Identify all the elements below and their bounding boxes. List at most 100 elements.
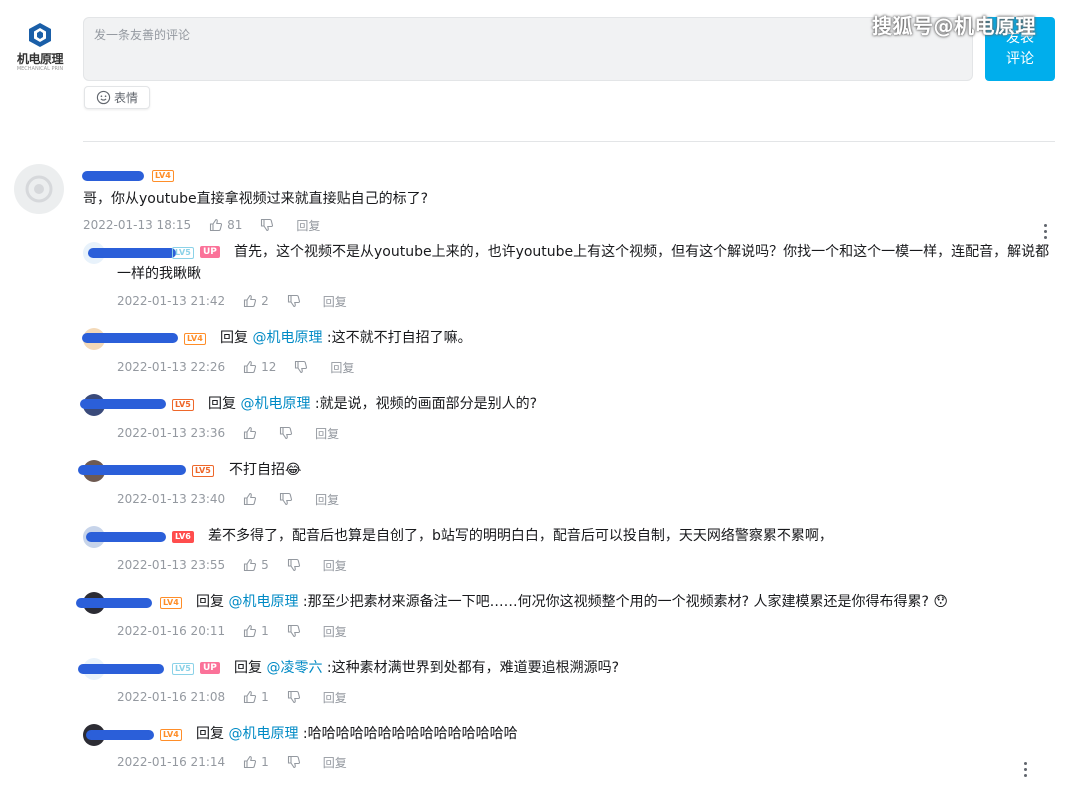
- redacted-username[interactable]: [82, 171, 144, 181]
- reply-meta: 2022-01-16 21:14 1 回复: [117, 754, 347, 770]
- reply-button[interactable]: 回复: [323, 557, 347, 574]
- more-options-icon[interactable]: [1044, 224, 1048, 242]
- more-options-icon[interactable]: [1024, 762, 1028, 780]
- reply-prefix: 回复: [196, 726, 229, 742]
- reply-time: 2022-01-13 21:42: [117, 294, 226, 308]
- reply-text: 回复 @机电原理 :就是说，视频的画面部分是别人的?: [208, 393, 537, 415]
- reply-body: :这不就不打自招了嘛。: [322, 330, 472, 346]
- dislike-button[interactable]: [287, 624, 301, 638]
- dislike-button[interactable]: [287, 294, 301, 308]
- level-badge: LV5: [172, 399, 194, 411]
- reply-button[interactable]: 回复: [323, 754, 347, 771]
- up-badge: UP: [200, 662, 220, 674]
- reply-meta: 2022-01-13 21:42 2 回复: [117, 293, 347, 309]
- level-badge: LV5: [172, 663, 194, 675]
- redacted-username[interactable]: [86, 730, 154, 740]
- reply-prefix: 回复: [208, 396, 241, 412]
- reply-body: :那至少把素材来源备注一下吧……何况你这视频整个用的一个视频素材? 人家建模累还…: [298, 594, 948, 610]
- reply-button[interactable]: 回复: [315, 491, 339, 508]
- reply-button[interactable]: 回复: [296, 217, 320, 234]
- reply-text: 回复 @机电原理 :哈哈哈哈哈哈哈哈哈哈哈哈哈哈哈: [196, 723, 518, 745]
- redacted-username[interactable]: [76, 598, 152, 608]
- like-button[interactable]: 12: [243, 360, 276, 374]
- thumbs-down-icon: [280, 492, 293, 506]
- mention-link[interactable]: @机电原理: [228, 726, 298, 742]
- like-count: 1: [261, 624, 269, 638]
- thumbs-up-icon: [210, 218, 223, 232]
- thumbs-up-icon: [244, 755, 257, 769]
- thumbs-down-icon: [261, 218, 274, 232]
- dislike-button[interactable]: [279, 492, 293, 506]
- reply-time: 2022-01-16 21:14: [117, 755, 226, 769]
- reply-text: 回复 @凌零六 :这种素材满世界到处都有，难道要追根溯源吗?: [234, 657, 619, 679]
- redacted-username[interactable]: [88, 248, 176, 258]
- dislike-button[interactable]: [279, 426, 293, 440]
- thumbs-down-icon: [287, 755, 300, 769]
- reply-prefix: 回复: [234, 660, 267, 676]
- comment-meta: 2022-01-13 18:15 81 回复: [83, 217, 320, 233]
- like-button[interactable]: 1: [243, 690, 269, 704]
- thumbs-down-icon: [287, 624, 300, 638]
- dislike-button[interactable]: [287, 755, 301, 769]
- reply-body: :就是说，视频的画面部分是别人的?: [310, 396, 538, 412]
- level-badge: LV5: [172, 247, 194, 259]
- logo-mark-icon: [29, 23, 51, 47]
- level-badge: LV4: [160, 729, 182, 741]
- like-button[interactable]: 81: [209, 218, 242, 232]
- reply-time: 2022-01-13 23:40: [117, 492, 226, 506]
- reply-button[interactable]: 回复: [315, 425, 339, 442]
- reply-text-continued: 一样的我瞅瞅: [117, 266, 201, 282]
- thumbs-down-icon: [287, 294, 300, 308]
- thumbs-up-icon: [244, 492, 257, 506]
- reply-time: 2022-01-13 23:55: [117, 558, 226, 572]
- like-count: 81: [227, 218, 243, 232]
- reply-time: 2022-01-13 23:36: [117, 426, 226, 440]
- redacted-username[interactable]: [78, 465, 186, 475]
- emoji-button[interactable]: 表情: [84, 86, 150, 109]
- emoji-label: 表情: [113, 91, 138, 105]
- reply-meta: 2022-01-13 23:55 5 回复: [117, 557, 347, 573]
- redacted-username[interactable]: [78, 664, 164, 674]
- avatar[interactable]: [14, 164, 64, 214]
- reply-button[interactable]: 回复: [323, 293, 347, 310]
- like-button[interactable]: 1: [243, 755, 269, 769]
- thumbs-down-icon: [287, 690, 300, 704]
- like-button[interactable]: [243, 426, 261, 440]
- thumbs-up-icon: [244, 426, 257, 440]
- dislike-button[interactable]: [260, 218, 274, 232]
- reply-text: 首先，这个视频不是从youtube上来的，也许youtube上有这个视频，但有这…: [234, 244, 1050, 260]
- comment-input[interactable]: [83, 17, 973, 81]
- reply-button[interactable]: 回复: [323, 623, 347, 640]
- reply-time: 2022-01-16 20:11: [117, 624, 226, 638]
- like-button[interactable]: [243, 492, 261, 506]
- default-avatar-icon: [25, 175, 53, 203]
- redacted-username[interactable]: [86, 532, 166, 542]
- dislike-button[interactable]: [294, 360, 308, 374]
- comment-time: 2022-01-13 18:15: [83, 218, 192, 232]
- dislike-button[interactable]: [287, 690, 301, 704]
- like-button[interactable]: 2: [243, 294, 269, 308]
- dislike-button[interactable]: [287, 558, 301, 572]
- mention-link[interactable]: @机电原理: [240, 396, 310, 412]
- reply-meta: 2022-01-13 22:26 12 回复: [117, 359, 354, 375]
- like-button[interactable]: 5: [243, 558, 269, 572]
- like-button[interactable]: 1: [243, 624, 269, 638]
- reply-meta: 2022-01-16 21:08 1 回复: [117, 689, 347, 705]
- mention-link[interactable]: @机电原理: [228, 594, 298, 610]
- reply-button[interactable]: 回复: [330, 359, 354, 376]
- reply-button[interactable]: 回复: [323, 689, 347, 706]
- reply-meta: 2022-01-13 23:40 回复: [117, 491, 339, 507]
- level-badge: LV5: [192, 465, 214, 477]
- thumbs-up-icon: [244, 690, 257, 704]
- like-count: 1: [261, 755, 269, 769]
- mention-link[interactable]: @凌零六: [266, 660, 322, 676]
- redacted-username[interactable]: [80, 399, 166, 409]
- thumbs-down-icon: [287, 558, 300, 572]
- like-count: 2: [261, 294, 269, 308]
- thumbs-down-icon: [295, 360, 308, 374]
- reply-body: :这种素材满世界到处都有，难道要追根溯源吗?: [322, 660, 620, 676]
- logo-name: 机电原理: [16, 52, 64, 66]
- mention-link[interactable]: @机电原理: [252, 330, 322, 346]
- like-count: 5: [261, 558, 269, 572]
- redacted-username[interactable]: [82, 333, 178, 343]
